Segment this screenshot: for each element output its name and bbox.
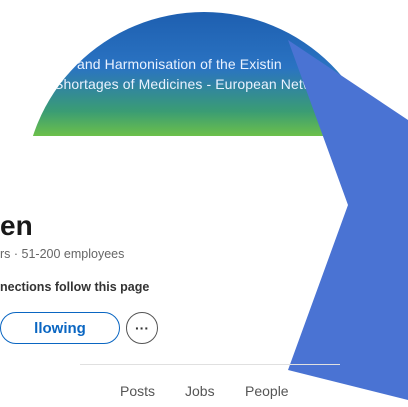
tab-posts[interactable]: Posts (120, 383, 155, 399)
company-meta: rs · 51-200 employees (0, 247, 125, 261)
decorative-arrow-shape (288, 40, 408, 400)
tab-people[interactable]: People (245, 383, 289, 399)
company-page-view: ion and Harmonisation of the Existin Sho… (0, 0, 408, 407)
company-name: en (0, 210, 33, 241)
tab-jobs[interactable]: Jobs (185, 383, 215, 399)
following-button[interactable]: llowing (0, 312, 120, 344)
following-button-label: llowing (34, 319, 86, 337)
page-tabs: Posts Jobs People (80, 364, 340, 407)
more-icon: ··· (135, 320, 149, 336)
connections-follow-text: nections follow this page (0, 280, 150, 294)
more-options-button[interactable]: ··· (126, 312, 158, 344)
